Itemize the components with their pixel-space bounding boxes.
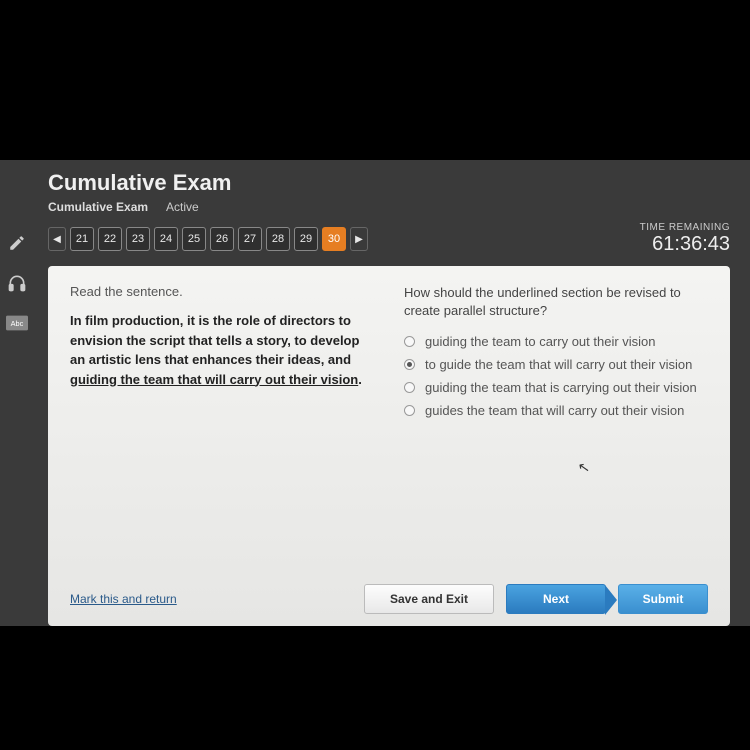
- headphones-icon[interactable]: [6, 272, 28, 294]
- exam-status: Active: [166, 200, 199, 214]
- app-frame: Abc Cumulative Exam Cumulative Exam Acti…: [0, 160, 750, 626]
- option-3[interactable]: guides the team that will carry out thei…: [404, 403, 708, 418]
- question-box-21[interactable]: 21: [70, 227, 94, 251]
- tool-sidebar: Abc: [6, 232, 28, 334]
- question-navbar: ◀ 21222324252627282930 ▶ TIME REMAINING …: [0, 222, 750, 266]
- content-footer: Mark this and return Save and Exit Next …: [70, 572, 708, 614]
- question-box-27[interactable]: 27: [238, 227, 262, 251]
- passage-post: .: [358, 372, 362, 387]
- question-box-28[interactable]: 28: [266, 227, 290, 251]
- radio-1[interactable]: [404, 359, 415, 370]
- nav-next-button[interactable]: ▶: [350, 227, 368, 251]
- question-box-29[interactable]: 29: [294, 227, 318, 251]
- option-text-1: to guide the team that will carry out th…: [425, 357, 692, 372]
- passage-column: Read the sentence. In film production, i…: [70, 284, 374, 572]
- pencil-icon[interactable]: [6, 232, 28, 254]
- save-exit-button[interactable]: Save and Exit: [364, 584, 494, 614]
- timer-value: 61:36:43: [640, 233, 730, 256]
- passage-underlined: guiding the team that will carry out the…: [70, 372, 358, 387]
- question-box-25[interactable]: 25: [182, 227, 206, 251]
- radio-0[interactable]: [404, 336, 415, 347]
- radio-2[interactable]: [404, 382, 415, 393]
- option-0[interactable]: guiding the team to carry out their visi…: [404, 334, 708, 349]
- passage-instruction: Read the sentence.: [70, 284, 374, 299]
- next-button[interactable]: Next: [506, 584, 606, 614]
- content-panel: Read the sentence. In film production, i…: [48, 266, 730, 626]
- option-text-2: guiding the team that is carrying out th…: [425, 380, 697, 395]
- passage-pre: In film production, it is the role of di…: [70, 313, 359, 367]
- question-text: How should the underlined section be rev…: [404, 284, 708, 320]
- question-column: How should the underlined section be rev…: [404, 284, 708, 572]
- exam-header: Cumulative Exam Cumulative Exam Active: [0, 160, 750, 214]
- question-box-30[interactable]: 30: [322, 227, 346, 251]
- exam-subtitle: Cumulative Exam: [48, 200, 148, 214]
- radio-3[interactable]: [404, 405, 415, 416]
- svg-text:Abc: Abc: [11, 319, 24, 328]
- timer: TIME REMAINING 61:36:43: [640, 222, 730, 256]
- abc-icon[interactable]: Abc: [6, 312, 28, 334]
- question-box-22[interactable]: 22: [98, 227, 122, 251]
- nav-prev-button[interactable]: ◀: [48, 227, 66, 251]
- option-text-3: guides the team that will carry out thei…: [425, 403, 684, 418]
- exam-title: Cumulative Exam: [48, 170, 738, 196]
- question-box-23[interactable]: 23: [126, 227, 150, 251]
- passage-text: In film production, it is the role of di…: [70, 311, 374, 389]
- question-nav: ◀ 21222324252627282930 ▶: [48, 227, 368, 251]
- timer-label: TIME REMAINING: [640, 222, 730, 233]
- option-text-0: guiding the team to carry out their visi…: [425, 334, 656, 349]
- option-1[interactable]: to guide the team that will carry out th…: [404, 357, 708, 372]
- submit-button[interactable]: Submit: [618, 584, 708, 614]
- mark-return-link[interactable]: Mark this and return: [70, 592, 177, 606]
- options-list: guiding the team to carry out their visi…: [404, 334, 708, 418]
- option-2[interactable]: guiding the team that is carrying out th…: [404, 380, 708, 395]
- question-box-24[interactable]: 24: [154, 227, 178, 251]
- question-box-26[interactable]: 26: [210, 227, 234, 251]
